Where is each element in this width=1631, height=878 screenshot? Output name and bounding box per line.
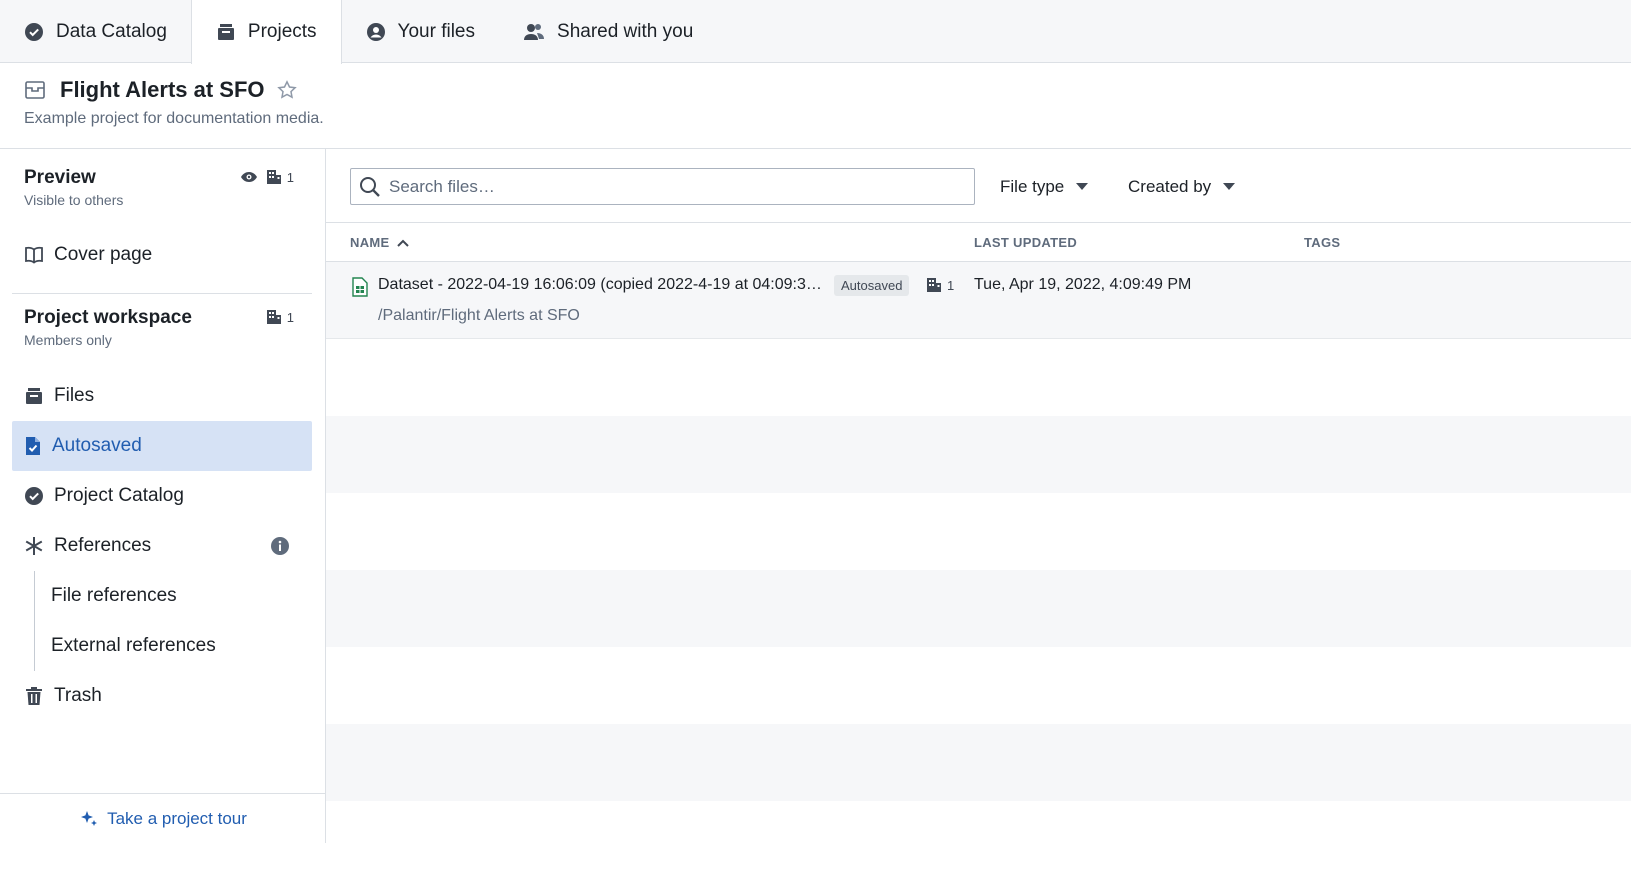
projects-icon xyxy=(217,24,234,40)
caret-down-icon xyxy=(1223,182,1236,190)
filter-label: Created by xyxy=(1128,176,1212,196)
preview-subtitle: Visible to others xyxy=(24,192,124,208)
sidebar-item-label: Autosaved xyxy=(52,435,142,456)
top-navigation: Data Catalog Projects Your files Shared … xyxy=(0,0,1631,64)
projects-icon xyxy=(26,388,42,404)
column-header-name[interactable]: NAME xyxy=(350,235,410,250)
building-icon xyxy=(266,170,281,184)
empty-row xyxy=(326,339,1631,416)
column-label: NAME xyxy=(350,235,390,250)
sidebar-item-label: Cover page xyxy=(54,244,153,265)
sidebar-item-label: References xyxy=(54,535,152,556)
sidebar-item-file-references[interactable]: File references xyxy=(34,571,312,621)
filter-label: File type xyxy=(1000,176,1065,196)
empty-row xyxy=(326,724,1631,801)
building-icon xyxy=(927,278,941,292)
info-icon[interactable] xyxy=(270,536,290,556)
sparkle-icon xyxy=(81,810,98,826)
book-icon xyxy=(25,246,43,264)
workspace-section-header: Project workspace Members only 1 xyxy=(24,307,294,348)
project-header: Flight Alerts at SFO Example project for… xyxy=(0,63,1631,149)
building-icon xyxy=(266,310,281,324)
sidebar-item-references[interactable]: References xyxy=(12,521,312,571)
sidebar-item-label: External references xyxy=(51,635,216,656)
sort-ascending-icon xyxy=(397,239,410,247)
badge-check-icon xyxy=(25,487,43,505)
search-icon xyxy=(360,176,380,197)
tab-label: Your files xyxy=(397,20,476,42)
sidebar-item-autosaved[interactable]: Autosaved xyxy=(12,421,312,471)
group-count-value: 1 xyxy=(947,277,955,293)
sidebar-item-label: Files xyxy=(54,385,95,406)
sidebar-item-project-catalog[interactable]: Project Catalog xyxy=(12,471,312,521)
group-count[interactable]: 1 xyxy=(266,169,294,185)
created-by-filter[interactable]: Created by xyxy=(1128,168,1236,205)
file-toolbar: File type Created by xyxy=(326,149,1631,223)
badge-check-icon xyxy=(25,22,43,41)
empty-row xyxy=(326,570,1631,647)
trash-icon xyxy=(26,687,42,705)
tab-label: Shared with you xyxy=(557,20,694,42)
tab-data-catalog[interactable]: Data Catalog xyxy=(0,0,191,63)
table-header: NAME LAST UPDATED TAGS xyxy=(326,223,1631,262)
main-content: File type Created by NAME LAST UPDATED T… xyxy=(326,149,1631,843)
sidebar-item-files[interactable]: Files xyxy=(12,371,312,421)
group-count[interactable]: 1 xyxy=(926,277,954,293)
empty-row xyxy=(326,493,1631,570)
user-circle-icon xyxy=(366,22,385,41)
take-project-tour-button[interactable]: Take a project tour xyxy=(0,793,326,843)
autosaved-document-icon xyxy=(26,437,40,455)
autosaved-badge: Autosaved xyxy=(834,275,910,296)
group-count[interactable]: 1 xyxy=(266,309,294,325)
sidebar-divider xyxy=(12,293,312,294)
last-updated-value: Tue, Apr 19, 2022, 4:09:49 PM xyxy=(974,276,1192,293)
sidebar-item-label: Project Catalog xyxy=(54,485,184,506)
tab-label: Projects xyxy=(247,21,317,42)
project-folder-icon xyxy=(25,81,45,99)
tab-shared-with-you[interactable]: Shared with you xyxy=(499,0,717,63)
eye-icon[interactable] xyxy=(240,170,258,184)
empty-row xyxy=(326,647,1631,724)
tab-your-files[interactable]: Your files xyxy=(342,0,499,63)
empty-row xyxy=(326,801,1631,878)
page-title: Flight Alerts at SFO xyxy=(60,77,265,102)
file-type-filter[interactable]: File type xyxy=(1000,168,1089,205)
caret-down-icon xyxy=(1076,182,1089,190)
people-icon xyxy=(524,23,545,40)
workspace-subtitle: Members only xyxy=(24,332,112,348)
sidebar-item-label: Trash xyxy=(54,685,102,706)
search-input[interactable] xyxy=(389,176,969,197)
tour-label: Take a project tour xyxy=(107,808,247,828)
file-name[interactable]: Dataset - 2022-04-19 16:06:09 (copied 20… xyxy=(378,276,828,294)
column-header-tags[interactable]: TAGS xyxy=(1304,235,1340,250)
column-label: LAST UPDATED xyxy=(974,235,1078,250)
column-header-last-updated[interactable]: LAST UPDATED xyxy=(974,235,1077,250)
preview-section-header: Preview Visible to others 1 xyxy=(24,167,294,208)
empty-row xyxy=(326,416,1631,493)
tab-projects[interactable]: Projects xyxy=(190,0,342,64)
sidebar-item-external-references[interactable]: External references xyxy=(34,621,312,671)
sidebar: Preview Visible to others 1 Cover page P… xyxy=(0,149,326,843)
file-path[interactable]: /Palantir/Flight Alerts at SFO xyxy=(378,307,580,325)
column-label: TAGS xyxy=(1304,235,1341,250)
table-row[interactable]: Dataset - 2022-04-19 16:06:09 (copied 20… xyxy=(326,262,1631,339)
group-count-value: 1 xyxy=(286,309,294,325)
search-box[interactable] xyxy=(350,168,975,205)
dataset-icon xyxy=(352,277,368,297)
sidebar-item-cover-page[interactable]: Cover page xyxy=(12,230,312,280)
sidebar-item-label: File references xyxy=(51,585,177,606)
tab-label: Data Catalog xyxy=(56,20,167,42)
asterisk-icon xyxy=(25,537,43,555)
workspace-title: Project workspace xyxy=(24,307,192,328)
group-count-value: 1 xyxy=(286,169,294,185)
project-description: Example project for documentation media. xyxy=(24,110,324,127)
star-icon[interactable] xyxy=(276,80,297,100)
sidebar-item-trash[interactable]: Trash xyxy=(12,671,312,721)
